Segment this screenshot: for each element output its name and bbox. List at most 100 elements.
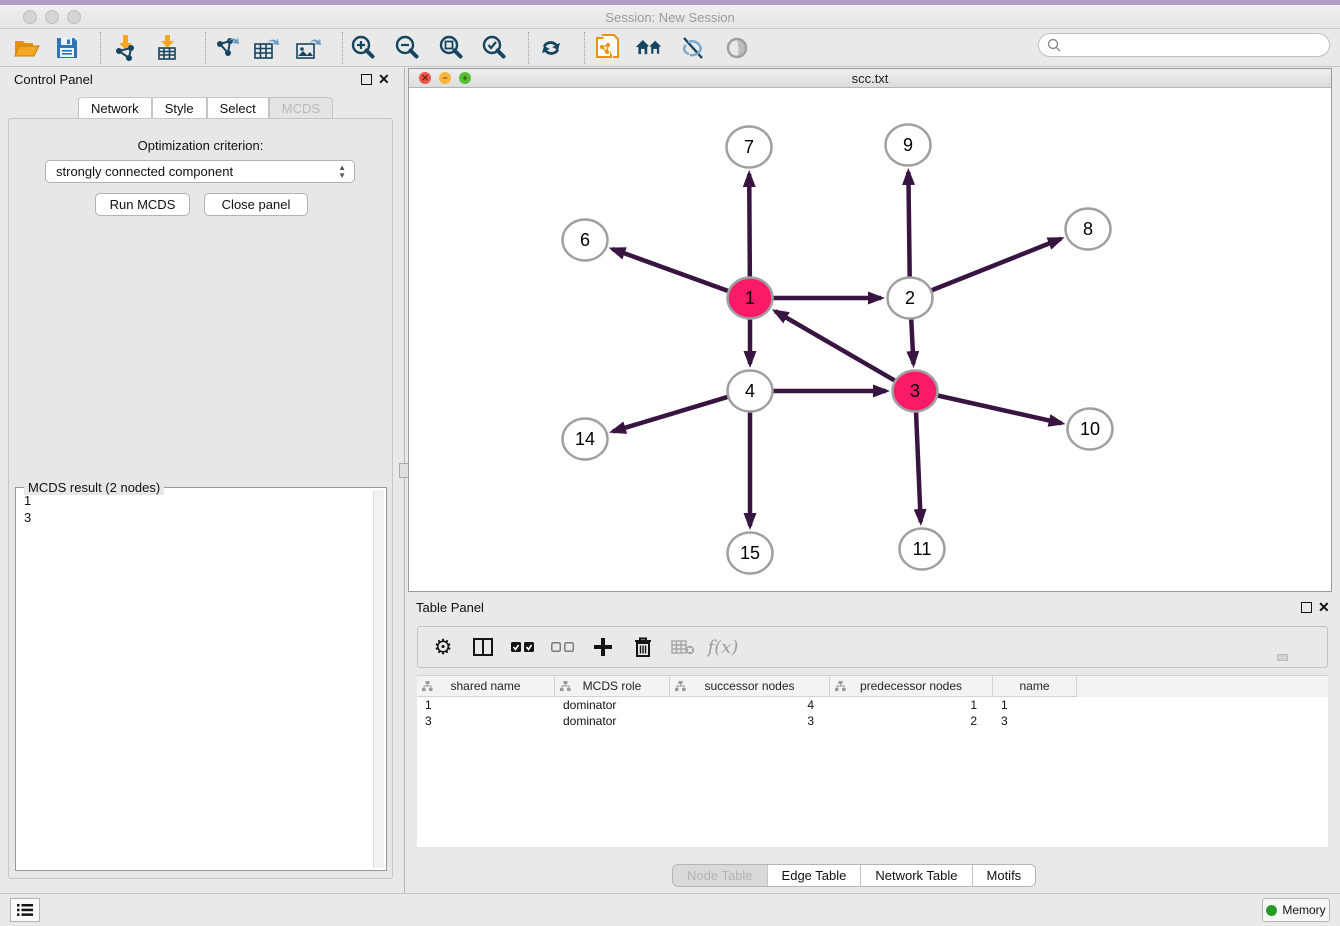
edge-2-8[interactable]: [931, 239, 1061, 291]
import-network-icon[interactable]: [110, 34, 140, 62]
column-header-shared-name[interactable]: shared name: [417, 676, 555, 697]
application-window: Session: New Session: [0, 0, 1340, 926]
node-label-14: 14: [575, 429, 595, 449]
toolbar-separator: [205, 32, 206, 64]
search-icon: [1047, 38, 1061, 52]
save-icon[interactable]: [52, 34, 82, 62]
split-pane-icon[interactable]: [470, 634, 496, 660]
toolbar-separator: [342, 32, 343, 64]
import-table-icon[interactable]: [152, 34, 182, 62]
tab-select[interactable]: Select: [207, 97, 269, 118]
node-label-3: 3: [910, 381, 920, 401]
zoom-out-icon[interactable]: [392, 34, 422, 62]
toolbar-separator: [584, 32, 585, 64]
select-all-icon[interactable]: [510, 634, 536, 660]
tab-node-table[interactable]: Node Table: [673, 865, 768, 886]
edge-4-14[interactable]: [613, 397, 729, 432]
delete-icon[interactable]: [630, 634, 656, 660]
homes-icon[interactable]: [634, 34, 664, 62]
network-canvas[interactable]: 7968124314101511: [409, 89, 1331, 591]
float-panel-icon[interactable]: [361, 74, 372, 85]
edge-1-6[interactable]: [612, 249, 729, 291]
tree-icon: [835, 681, 846, 692]
table-cell[interactable]: dominator: [555, 697, 670, 713]
tab-edge-table[interactable]: Edge Table: [768, 865, 862, 886]
column-header-successor-nodes[interactable]: successor nodes: [670, 676, 830, 697]
table-cell[interactable]: 3: [993, 713, 1077, 729]
edge-2-9[interactable]: [908, 172, 909, 278]
result-scrollbar[interactable]: [373, 490, 384, 868]
zoom-selected-icon[interactable]: [479, 34, 509, 62]
column-header-name[interactable]: name: [993, 676, 1077, 697]
table-cell[interactable]: 3: [670, 713, 830, 729]
table-row[interactable]: 1dominator411: [417, 697, 1328, 713]
status-bar: Memory: [0, 893, 1340, 926]
optimization-criterion-label: Optimization criterion:: [9, 138, 392, 153]
mcds-result-text[interactable]: 1 3: [18, 492, 370, 864]
delete-table-icon: [670, 634, 696, 660]
task-history-button[interactable]: [10, 898, 40, 922]
table-cell[interactable]: 2: [830, 713, 993, 729]
export-network-icon[interactable]: [212, 34, 242, 62]
chevron-up-down-icon: ▲▼: [338, 164, 346, 180]
export-image-icon[interactable]: [294, 34, 324, 62]
export-table-icon[interactable]: [252, 34, 282, 62]
tree-icon: [422, 681, 433, 692]
table-cell[interactable]: 1: [993, 697, 1077, 713]
tab-style[interactable]: Style: [152, 97, 207, 118]
edge-3-10[interactable]: [936, 395, 1061, 423]
refresh-icon[interactable]: [536, 34, 566, 62]
float-table-panel-icon[interactable]: [1301, 602, 1312, 613]
table-body: 1dominator4113dominator323: [417, 697, 1328, 729]
node-label-6: 6: [580, 230, 590, 250]
node-table[interactable]: shared nameMCDS rolesuccessor nodesprede…: [417, 675, 1328, 847]
toolbar-separator: [528, 32, 529, 64]
column-header-MCDS-role[interactable]: MCDS role: [555, 676, 670, 697]
node-label-11: 11: [913, 539, 932, 559]
main-toolbar: [0, 29, 1340, 67]
function-icon: f(x): [710, 634, 736, 660]
table-panel-tabs: Node Table Edge Table Network Table Moti…: [672, 864, 1036, 887]
zoom-fit-icon[interactable]: [436, 34, 466, 62]
node-label-7: 7: [744, 137, 754, 157]
table-cell[interactable]: 3: [417, 713, 555, 729]
column-header-predecessor-nodes[interactable]: predecessor nodes: [830, 676, 993, 697]
table-panel-title: Table Panel: [416, 600, 484, 615]
table-cell[interactable]: dominator: [555, 713, 670, 729]
clone-network-icon[interactable]: [592, 34, 622, 62]
open-folder-icon[interactable]: [12, 34, 42, 62]
table-cell[interactable]: 4: [670, 697, 830, 713]
edge-1-7[interactable]: [749, 174, 750, 278]
table-row[interactable]: 3dominator323: [417, 713, 1328, 729]
tree-icon: [675, 681, 686, 692]
node-label-4: 4: [745, 381, 755, 401]
mcds-result-group: MCDS result (2 nodes) 1 3: [15, 487, 387, 871]
search-field[interactable]: [1038, 33, 1330, 57]
close-panel-icon[interactable]: ✕: [378, 72, 390, 86]
tab-motifs[interactable]: Motifs: [973, 865, 1036, 886]
table-cell[interactable]: 1: [417, 697, 555, 713]
tab-mcds[interactable]: MCDS: [269, 97, 333, 118]
edge-3-11[interactable]: [916, 411, 921, 522]
hide-style-icon[interactable]: [678, 34, 708, 62]
edge-3-1[interactable]: [775, 311, 896, 381]
close-panel-button[interactable]: Close panel: [204, 193, 308, 216]
network-window-titlebar: ✕ − + scc.txt: [409, 69, 1331, 88]
gear-icon[interactable]: ⚙: [430, 634, 456, 660]
add-icon[interactable]: [590, 634, 616, 660]
run-mcds-button[interactable]: Run MCDS: [95, 193, 190, 216]
eye-icon: [722, 34, 752, 62]
edge-2-3[interactable]: [911, 318, 913, 364]
deselect-all-icon[interactable]: [550, 634, 576, 660]
tab-network-table[interactable]: Network Table: [861, 865, 972, 886]
memory-button[interactable]: Memory: [1262, 898, 1330, 922]
tab-network[interactable]: Network: [78, 97, 152, 118]
panel-divider: [404, 68, 405, 893]
table-cell[interactable]: 1: [830, 697, 993, 713]
table-toolbar: ⚙ f(x): [417, 626, 1328, 668]
close-table-panel-icon[interactable]: ✕: [1318, 600, 1330, 614]
zoom-in-icon[interactable]: [348, 34, 378, 62]
optimization-criterion-select[interactable]: strongly connected component ▲▼: [45, 160, 355, 183]
toolbar-separator: [100, 32, 101, 64]
search-input[interactable]: [1061, 38, 1311, 52]
